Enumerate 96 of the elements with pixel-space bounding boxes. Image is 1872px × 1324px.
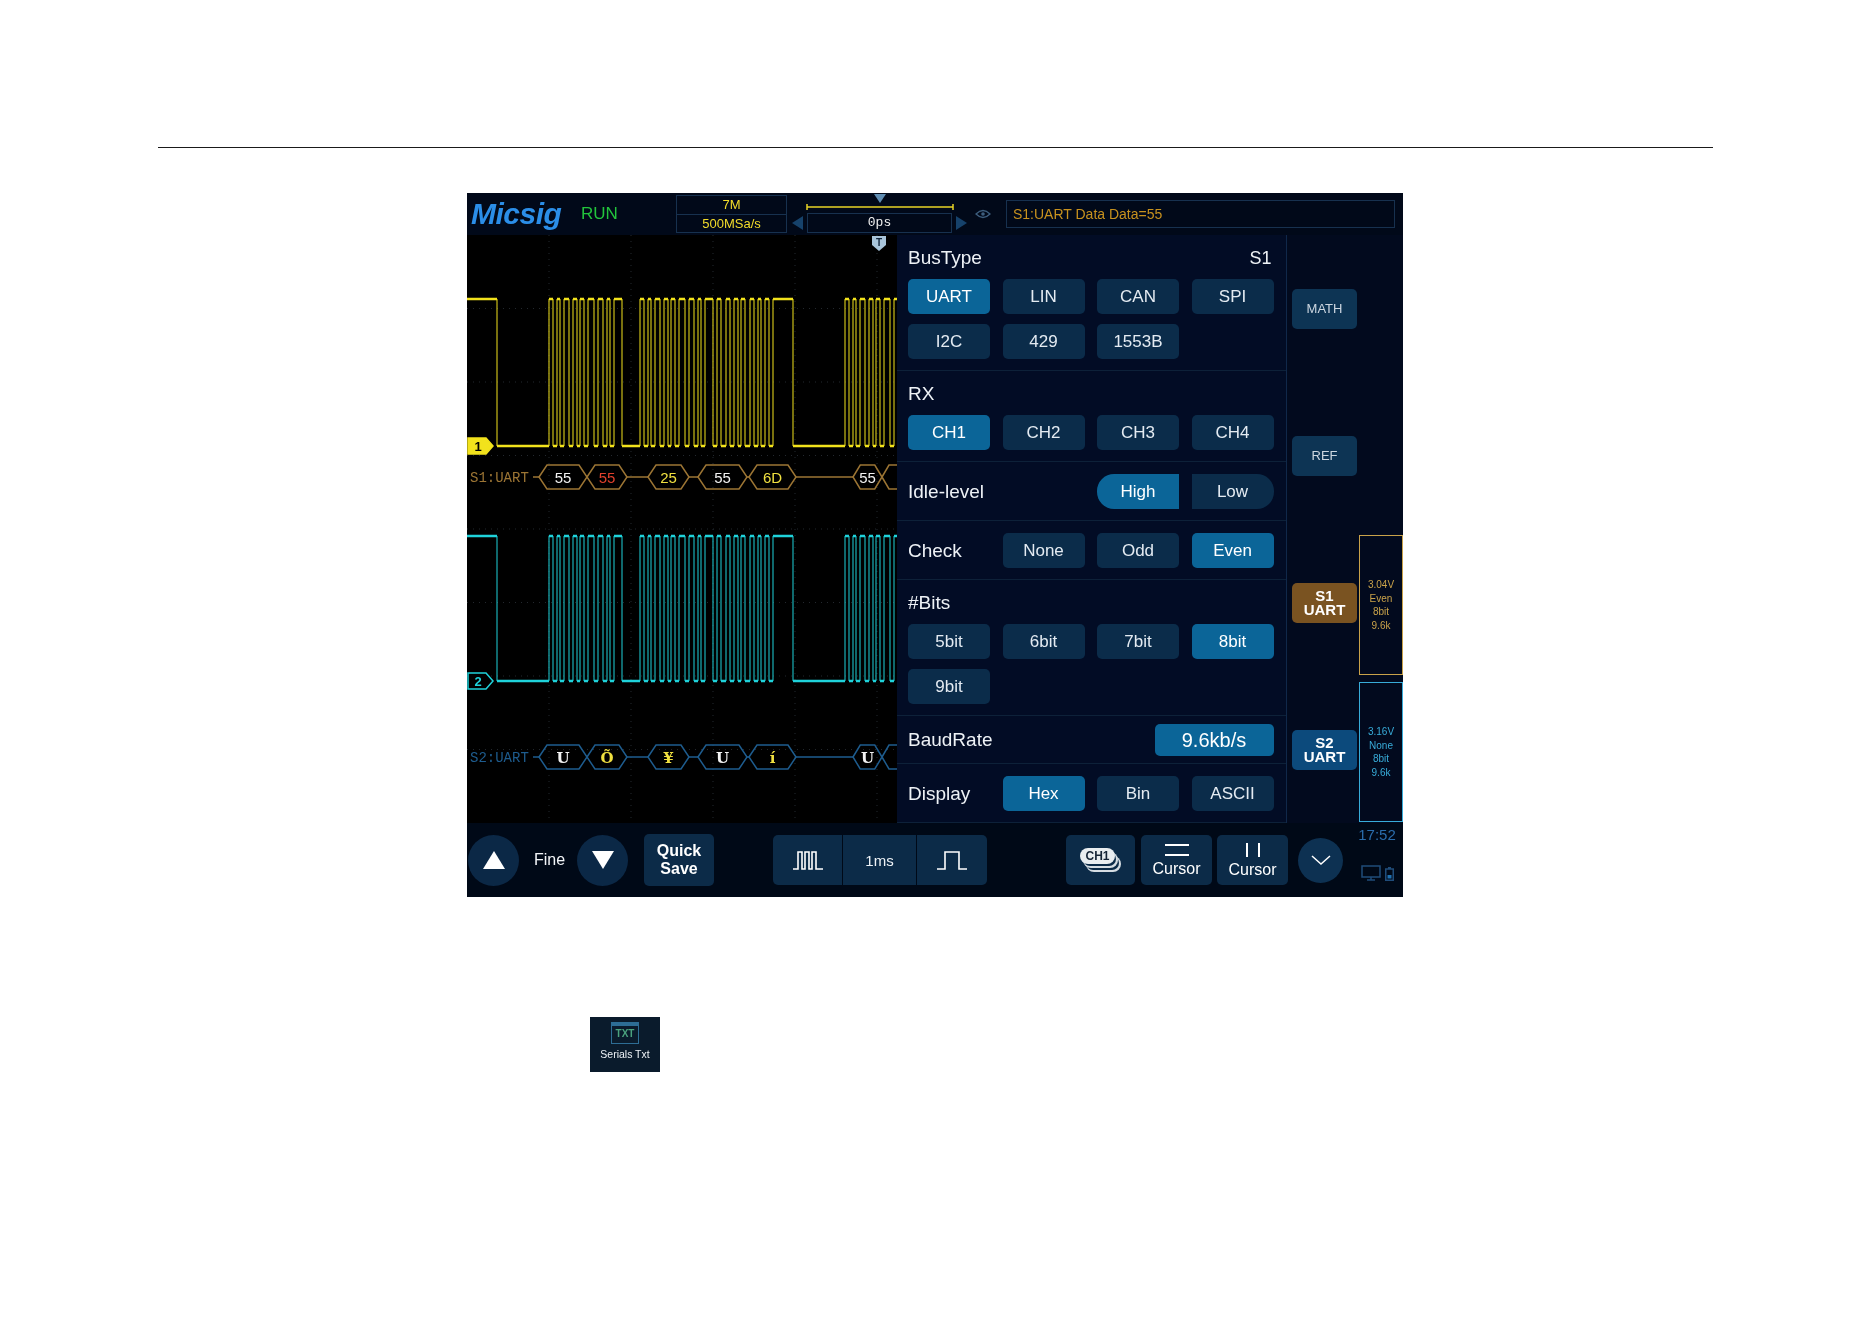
- option-button[interactable]: CH1: [908, 415, 990, 450]
- decoded-frame: 55: [586, 464, 628, 490]
- bus-status-text: 9.6k: [1371, 618, 1391, 632]
- bus-tag: S1: [1249, 247, 1272, 269]
- side-menu-button[interactable]: S2 UART: [1292, 729, 1357, 770]
- eye-icon: [975, 209, 991, 219]
- side-menu-button[interactable]: S1 UART: [1292, 582, 1357, 623]
- bus-status-text: 8bit: [1372, 605, 1390, 619]
- baud-rate-field[interactable]: 9.6kb/s: [1154, 724, 1274, 756]
- decoded-frame: 6D: [748, 464, 797, 490]
- app-shortcut[interactable]: TXT Serials Txt: [590, 1017, 660, 1072]
- triangle-up-icon: [482, 851, 505, 869]
- option-button[interactable]: 8bit: [1191, 624, 1274, 659]
- option-button[interactable]: 7bit: [1097, 624, 1179, 659]
- option-button[interactable]: SPI: [1191, 279, 1274, 314]
- option-button[interactable]: 9bit: [908, 669, 990, 704]
- memory-depth: 7M: [721, 196, 742, 214]
- timebase-value: 1ms: [843, 835, 916, 885]
- fine-label: Fine: [534, 851, 567, 869]
- option-button[interactable]: UART: [908, 279, 990, 314]
- setting-label: Check: [908, 539, 963, 562]
- decoded-frame: ¥: [647, 744, 690, 770]
- section-title: #Bits: [908, 592, 951, 614]
- channel-marker[interactable]: 1: [467, 437, 494, 455]
- decoded-frame: 55: [852, 464, 883, 490]
- cursor-button[interactable]: Cursor: [1217, 835, 1288, 885]
- bus-status-text: 3.16V: [1367, 725, 1395, 739]
- option-button[interactable]: LIN: [1002, 279, 1085, 314]
- monitor-icon: [1360, 865, 1381, 881]
- triangle-left-icon: [792, 216, 803, 230]
- battery-icon: [1384, 867, 1394, 881]
- scale-up-button[interactable]: [468, 834, 519, 886]
- channel-marker[interactable]: 2: [467, 672, 494, 690]
- decoded-frame: Õ: [586, 744, 628, 770]
- chevron-down-icon: [1310, 855, 1331, 865]
- option-button[interactable]: CAN: [1097, 279, 1179, 314]
- decoded-frame: 25: [647, 464, 690, 490]
- triangle-down-icon: [591, 851, 614, 869]
- decoded-frame: U: [852, 744, 883, 770]
- triangle-right-icon: [956, 216, 967, 230]
- section-title: RX: [908, 383, 935, 405]
- run-status: RUN: [581, 204, 619, 224]
- cut-off-frame: [881, 744, 897, 770]
- option-button[interactable]: 429: [1002, 324, 1085, 359]
- bus-label: S1:UART: [470, 470, 529, 486]
- decoded-frame: 55: [697, 464, 748, 490]
- option-button[interactable]: CH2: [1002, 415, 1085, 450]
- timebase-increase-button[interactable]: [917, 835, 987, 885]
- option-button[interactable]: 5bit: [908, 624, 990, 659]
- setting-label: BaudRate: [908, 729, 994, 751]
- triangle-down-icon: [873, 194, 886, 203]
- expand-button[interactable]: [1298, 837, 1343, 883]
- option-button[interactable]: Bin: [1097, 776, 1179, 811]
- decode-message: S1:UART Data Data=55: [1006, 200, 1395, 228]
- bus-status-text: 8bit: [1372, 752, 1390, 766]
- decoded-frame: U: [697, 744, 748, 770]
- cursor-button[interactable]: Cursor: [1141, 835, 1212, 885]
- side-menu-button[interactable]: REF: [1292, 435, 1357, 476]
- option-button[interactable]: 6bit: [1002, 624, 1085, 659]
- option-button[interactable]: I2C: [908, 324, 990, 359]
- cut-off-frame: [881, 464, 897, 490]
- timebase-decrease-button[interactable]: [773, 835, 842, 885]
- setting-label: Idle-level: [908, 480, 986, 503]
- scale-down-button[interactable]: [577, 834, 628, 886]
- trigger-offset: 0ps: [807, 213, 952, 233]
- decoded-frame: 55: [538, 464, 588, 490]
- brand-logo: Micsig: [471, 197, 563, 231]
- setting-label: Display: [908, 782, 972, 805]
- decoded-frame: í: [748, 744, 797, 770]
- option-button[interactable]: Low: [1191, 474, 1274, 509]
- channel-button[interactable]: CH1: [1066, 835, 1135, 885]
- bus-status-text: 9.6k: [1371, 765, 1391, 779]
- decoded-frame: U: [538, 744, 588, 770]
- bus-label: S2:UART: [470, 750, 529, 766]
- horizontal-lines-icon: [1163, 842, 1190, 857]
- sample-rate: 500MSa/s: [677, 214, 786, 233]
- range-bracket-icon: [805, 203, 954, 211]
- quick-save-button[interactable]: Quick Save: [644, 834, 714, 886]
- option-button[interactable]: CH3: [1097, 415, 1179, 450]
- section-title: BusType: [908, 247, 982, 269]
- option-button[interactable]: Odd: [1097, 533, 1179, 568]
- option-button[interactable]: 1553B: [1097, 324, 1179, 359]
- bus-status-text: None: [1369, 738, 1393, 752]
- option-button[interactable]: Hex: [1002, 776, 1085, 811]
- trigger-marker[interactable]: T: [872, 236, 886, 251]
- option-button[interactable]: Even: [1191, 533, 1274, 568]
- narrow-pulses-icon: [792, 850, 823, 870]
- option-button[interactable]: ASCII: [1191, 776, 1274, 811]
- bus-status-text: 3.04V: [1367, 578, 1395, 592]
- option-button[interactable]: CH4: [1191, 415, 1274, 450]
- side-menu-button[interactable]: MATH: [1292, 288, 1357, 329]
- clock-time: 17:52: [1358, 826, 1396, 843]
- option-button[interactable]: None: [1002, 533, 1085, 568]
- bus-status-text: Even: [1369, 591, 1393, 605]
- wide-pulse-icon: [937, 850, 967, 870]
- option-button[interactable]: High: [1097, 474, 1179, 509]
